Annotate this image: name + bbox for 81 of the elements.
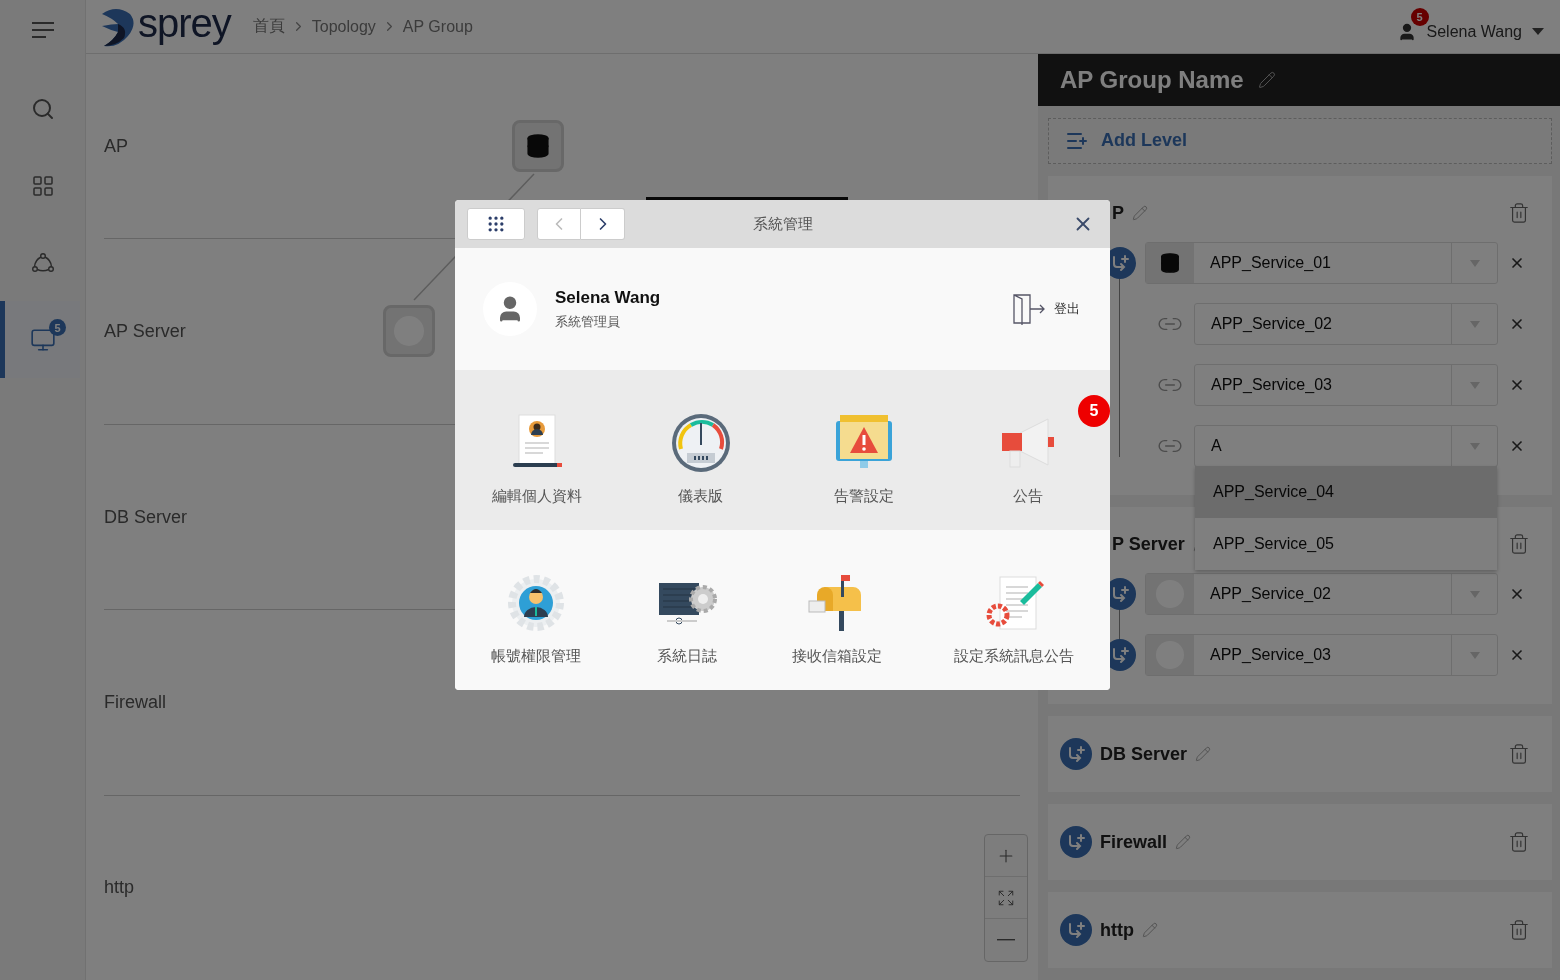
dropdown-option[interactable]: APP_Service_05 <box>1195 518 1497 570</box>
close-icon <box>1509 647 1525 663</box>
notification-badge: 5 <box>1078 394 1110 427</box>
breadcrumb-link[interactable]: AP Group <box>402 17 473 36</box>
user-name: Selena Wang <box>555 287 661 308</box>
add-branch-icon <box>1110 584 1130 604</box>
delete-icon[interactable] <box>1508 743 1530 765</box>
level-label: http <box>104 877 135 899</box>
add-branch-icon <box>1066 920 1086 940</box>
expand-icon <box>997 888 1015 907</box>
dialog-title: 系統管理 <box>752 214 813 234</box>
monitor-icon <box>29 326 56 353</box>
logo: sprey <box>98 5 231 48</box>
menu-icon <box>30 21 55 39</box>
delete-icon[interactable] <box>1508 831 1530 853</box>
menu-tile[interactable]: 系統日誌 <box>617 554 756 666</box>
level-name: DB Server <box>1100 743 1188 765</box>
breadcrumb-link[interactable]: Topology <box>311 17 376 36</box>
close-icon <box>1509 438 1525 454</box>
close-icon <box>1509 586 1525 602</box>
level-label: AP <box>104 135 128 157</box>
minus-icon <box>997 939 1015 941</box>
grid-icon <box>486 214 506 234</box>
database-icon <box>525 133 551 159</box>
user-role: 系統管理員 <box>555 312 621 331</box>
menu-tile[interactable]: 儀表版 <box>618 394 783 506</box>
dashboard-icon <box>30 173 55 198</box>
caret-icon <box>1469 259 1480 267</box>
menu-tile[interactable]: 公告 5 <box>946 394 1110 506</box>
level-label: DB Server <box>104 506 188 528</box>
delete-icon[interactable] <box>1508 202 1530 224</box>
add-branch-icon <box>1066 832 1086 852</box>
edit-icon[interactable] <box>1195 746 1212 762</box>
edit-icon[interactable] <box>1175 834 1192 850</box>
delete-icon[interactable] <box>1508 919 1530 941</box>
close-icon <box>1509 255 1525 271</box>
group-title: AP Group Name <box>1060 65 1244 94</box>
level-label: Firewall <box>104 691 166 713</box>
user-menu[interactable]: 5 Selena Wang <box>1392 7 1548 46</box>
caret-icon <box>1532 27 1544 36</box>
edit-icon[interactable] <box>1257 70 1276 89</box>
menu-tile[interactable]: 帳號權限管理 <box>455 554 617 666</box>
level-label: AP Server <box>104 321 186 343</box>
add-branch-icon <box>1110 253 1130 273</box>
close-icon <box>1509 377 1525 393</box>
service-select[interactable]: APP_Service_03 <box>1145 634 1498 676</box>
database-node[interactable] <box>512 120 564 172</box>
notification-badge: 5 <box>1410 7 1429 26</box>
level-name: P Server <box>1112 533 1185 555</box>
service-select[interactable]: APP_Service_03 <box>1194 364 1498 406</box>
caret-icon <box>1469 651 1480 659</box>
caret-icon <box>1469 381 1480 389</box>
close-icon <box>1509 316 1525 332</box>
menu-tile[interactable]: 設定系統訊息公告 <box>918 554 1110 666</box>
add-branch-icon <box>1066 744 1086 764</box>
menu-tile[interactable]: 告警設定 <box>782 394 947 506</box>
add-branch-icon <box>1110 645 1130 665</box>
add-level-button[interactable]: Add Level <box>1048 117 1552 164</box>
delete-icon[interactable] <box>1508 533 1530 555</box>
caret-icon <box>1469 320 1480 328</box>
level-name: http <box>1100 919 1134 941</box>
level-name: Firewall <box>1100 831 1168 853</box>
logout-icon <box>1012 293 1046 325</box>
service-select[interactable]: APP_Service_02 <box>1145 573 1498 615</box>
breadcrumb-link[interactable]: 首頁 <box>252 16 285 37</box>
edit-icon[interactable] <box>1132 205 1148 221</box>
dropdown-option[interactable]: APP_Service_04 <box>1195 466 1497 518</box>
apps-button[interactable] <box>467 208 525 240</box>
caret-icon <box>1469 442 1480 450</box>
service-select[interactable]: APP_Service_02 <box>1194 303 1498 345</box>
database-icon <box>1159 252 1181 274</box>
topology-icon <box>30 250 55 275</box>
caret-icon <box>1469 590 1480 598</box>
service-select[interactable]: APP_Service_01 <box>1145 242 1498 284</box>
notification-badge: 5 <box>49 319 66 336</box>
menu-tile[interactable]: 編輯個人資料 <box>455 394 619 506</box>
level-name: P <box>1112 202 1124 224</box>
search-icon <box>30 96 55 121</box>
logout-button[interactable]: 登出 <box>1012 293 1080 325</box>
edit-icon[interactable] <box>1142 922 1158 938</box>
menu-tile[interactable]: 接收信箱設定 <box>756 554 918 666</box>
